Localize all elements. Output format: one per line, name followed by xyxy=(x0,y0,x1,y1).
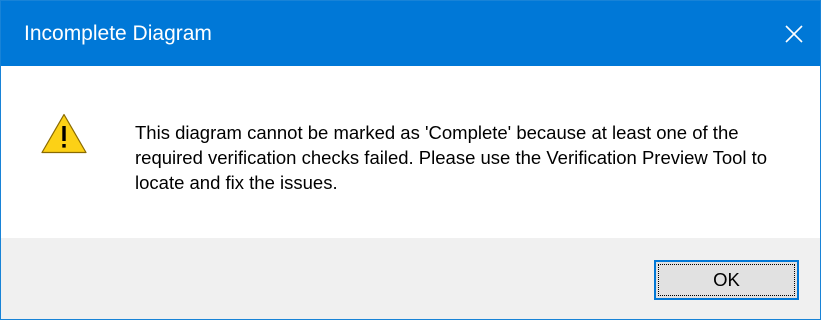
close-button[interactable] xyxy=(768,1,820,66)
close-icon xyxy=(785,24,803,43)
dialog-footer: OK xyxy=(1,238,820,319)
dialog-message: This diagram cannot be marked as 'Comple… xyxy=(135,122,768,193)
title-bar[interactable]: Incomplete Diagram xyxy=(1,1,820,66)
ok-button[interactable]: OK xyxy=(654,260,799,300)
ok-button-label: OK xyxy=(658,264,795,296)
dialog-content: This diagram cannot be marked as 'Comple… xyxy=(1,66,820,238)
dialog-title: Incomplete Diagram xyxy=(24,22,212,45)
warning-icon xyxy=(41,113,87,154)
incomplete-diagram-dialog: Incomplete Diagram This diagram cannot b… xyxy=(0,0,821,320)
